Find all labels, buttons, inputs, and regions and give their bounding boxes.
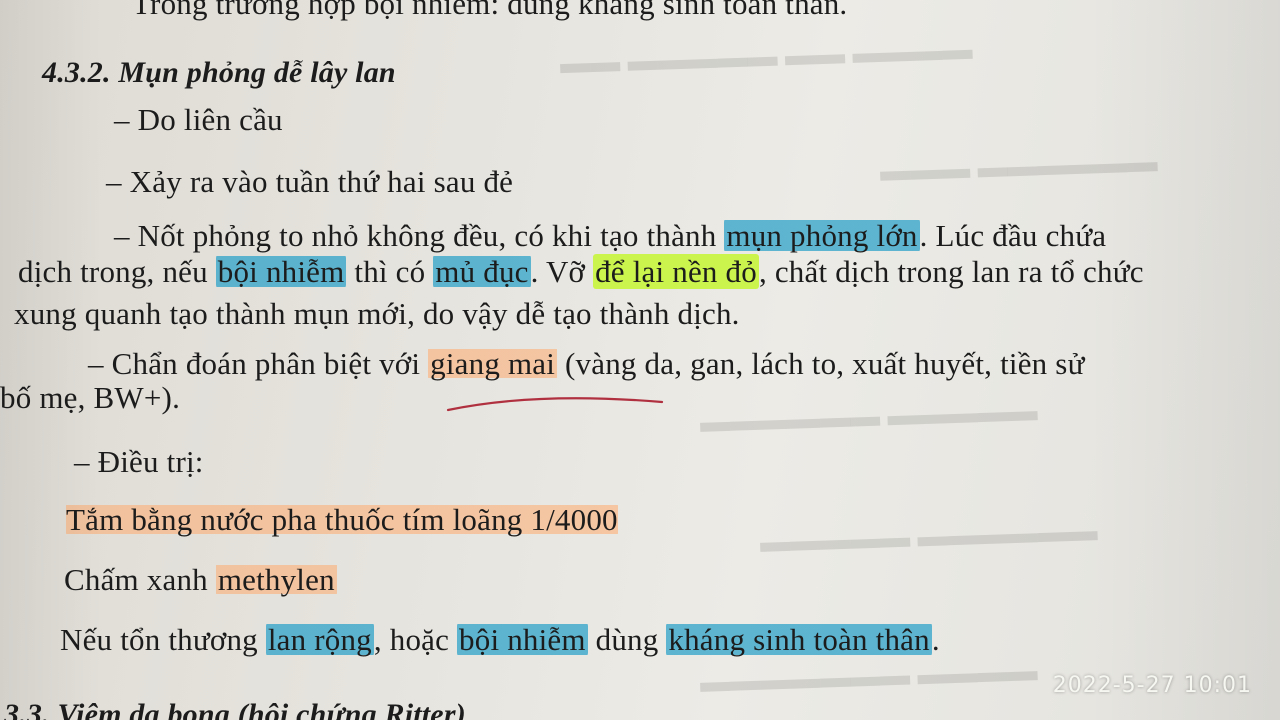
para2-text: (vàng da, gan, lách to, xuất huyết, tiền…: [557, 346, 1085, 381]
treatment-text: dùng: [587, 622, 667, 657]
para1-text: dịch trong, nếu: [18, 254, 216, 289]
treatment-item-bath: Tắm bằng nước pha thuốc tím loãng 1/4000: [66, 502, 618, 538]
treatment-bath-text: Tắm bằng nước pha thuốc tím loãng 1/4000: [66, 502, 618, 537]
highlighted-phrase: bội nhiễm: [457, 622, 588, 657]
bullet-onset: – Xảy ra vào tuần thứ hai sau đẻ: [106, 164, 514, 199]
treatment-text: .: [931, 622, 940, 657]
para2-line1: – Chẩn đoán phân biệt với giang mai (vàn…: [88, 346, 1085, 382]
treatment-label: – Điều trị:: [74, 444, 204, 479]
document-photo: ▬▬▬▬ ▬▬ ▬▬▬▬▬ ▬▬ ▬▬▬▬▬▬ ▬▬▬ ▬▬▬▬▬ ▬▬▬▬▬▬…: [0, 0, 1280, 720]
highlighted-phrase: giang mai: [428, 346, 558, 381]
para1-text: . Lúc đầu chứa: [919, 218, 1107, 253]
treatment-text: Nếu tổn thương: [60, 622, 266, 657]
camera-timestamp: 2022-5-27 10:01: [1052, 673, 1252, 698]
bleed-through-text: ▬▬▬▬▬ ▬▬▬▬▬▬: [699, 394, 1038, 439]
para1-line2: dịch trong, nếu bội nhiễm thì có mủ đục.…: [18, 254, 1144, 290]
para1-text: , chất dịch trong lan ra tổ chức: [758, 254, 1144, 289]
para1-text: . Vỡ: [530, 254, 594, 289]
treatment-text: , hoặc: [373, 622, 458, 657]
highlighted-phrase: lan rộng: [265, 622, 374, 657]
para1-line3: xung quanh tạo thành mụn mới, do vậy dễ …: [14, 296, 740, 331]
next-section-heading: 3.3. Viêm da bong (hội chứng Ritter): [4, 698, 466, 720]
top-line-text: Trong trường hợp bội nhiễm: dùng kháng s…: [132, 0, 848, 21]
bullet-cause-text: – Do liên cầu: [114, 102, 283, 137]
treatment-item-methylen: Chấm xanh methylen: [64, 562, 337, 598]
highlighted-phrase: bội nhiễm: [215, 254, 347, 289]
bleed-through-text: ▬▬▬▬ ▬▬▬▬▬▬▬: [699, 654, 1038, 699]
red-pen-underline: [446, 397, 664, 412]
para1-text: thì có: [346, 254, 434, 289]
highlighted-phrase: mụn phỏng lớn: [724, 218, 920, 253]
treatment-item-antibiotic: Nếu tổn thương lan rộng, hoặc bội nhiễm …: [60, 622, 940, 658]
para1-line1: – Nốt phỏng to nhỏ không đều, có khi tạo…: [114, 218, 1106, 254]
bullet-cause: – Do liên cầu: [114, 102, 283, 138]
highlighted-phrase: methylen: [215, 562, 337, 597]
para2-line2: bố mẹ, BW+).: [0, 380, 181, 415]
bleed-through-text: ▬▬▬▬ ▬▬ ▬▬▬▬▬ ▬▬: [559, 32, 973, 81]
bleed-through-text: ▬▬▬▬▬▬ ▬▬▬▬▬: [759, 514, 1098, 559]
para2-text: – Chẩn đoán phân biệt với: [88, 346, 429, 381]
highlighted-phrase: để lại nền đỏ: [593, 254, 759, 289]
highlighted-phrase: mủ đục: [433, 254, 531, 289]
highlighted-phrase: kháng sinh toàn thân: [666, 622, 932, 657]
para1-text: – Nốt phỏng to nhỏ không đều, có khi tạo…: [114, 218, 725, 253]
treatment-text: Chấm xanh: [64, 562, 216, 597]
section-heading: 4.3.2. Mụn phỏng dễ lây lan: [42, 56, 396, 89]
bleed-through-text: ▬▬▬▬▬▬ ▬▬▬: [879, 145, 1158, 188]
